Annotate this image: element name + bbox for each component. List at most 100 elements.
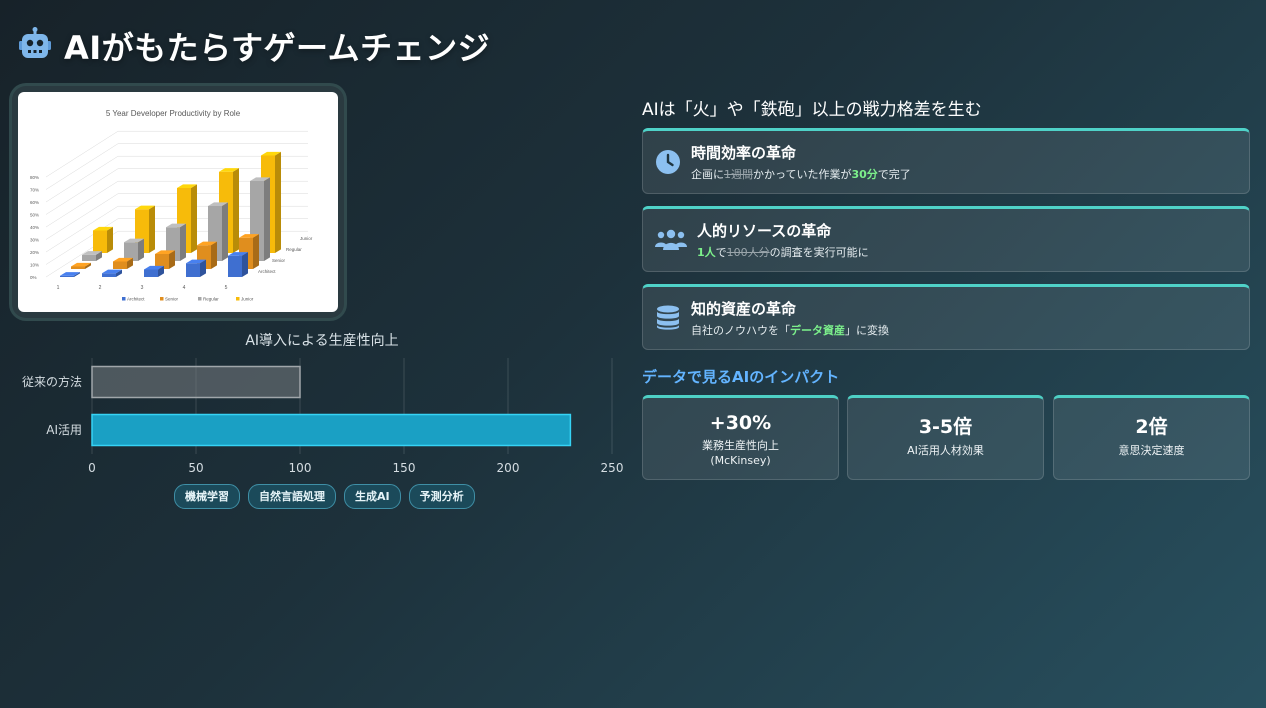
legend-swatch	[198, 297, 202, 301]
image-chart-title: 5 Year Developer Productivity by Role	[106, 109, 241, 118]
y-tick-label: 60%	[30, 200, 39, 205]
bar-architect	[144, 265, 164, 277]
bar-junior	[93, 226, 113, 253]
bar-senior	[71, 262, 91, 269]
right-heading: AIは「火」や「鉄砲」以上の戦力格差を生む	[642, 100, 982, 120]
x-tick-label: 2	[99, 285, 102, 291]
stat-card-productivity: +30% 業務生産性向上 (McKinsey)	[642, 395, 839, 480]
robot-icon	[18, 27, 52, 65]
stat-label: AI活用人材効果	[907, 444, 984, 457]
desc-text: の調査を実行可能に	[769, 246, 869, 259]
header: AIがもたらすゲームチェンジ	[18, 26, 491, 67]
card-body: 時間効率の革命 企画に1週間かかっていた作業が30分で完了	[691, 142, 911, 182]
stat-label: 意思決定速度	[1118, 444, 1185, 457]
x-tick-label: 0	[88, 461, 96, 475]
desc-strike: 100人分	[726, 246, 770, 259]
legend-label: Architect	[127, 297, 145, 302]
desc-highlight: データ資産	[790, 324, 845, 337]
x-tick-label: 100	[289, 461, 312, 475]
x-tick-label: 150	[393, 461, 416, 475]
legend-label: Senior	[165, 297, 179, 302]
y-tick-label: 0%	[30, 275, 37, 280]
users-icon	[655, 227, 687, 253]
card-body: 人的リソースの革命 1人で100人分の調査を実行可能に	[697, 220, 869, 260]
productivity-bar-chart: 従来の方法 AI活用 0 50 100 150 200 250	[22, 358, 624, 475]
tag-generative-ai: 生成AI	[344, 484, 401, 509]
page-title: AIがもたらすゲームチェンジ	[64, 29, 491, 67]
depth-axis-label: Regular	[286, 247, 302, 252]
desc-highlight: 1人	[697, 246, 716, 259]
x-tick-label: 4	[183, 285, 186, 291]
grid-line	[45, 155, 119, 203]
card-title: 知的資産の革命	[691, 300, 797, 318]
stat-source: (McKinsey)	[710, 454, 771, 467]
legend-label: Regular	[203, 297, 219, 302]
stat-value: 2倍	[1135, 416, 1168, 438]
stat-card-talent-effect: 3-5倍 AI活用人材効果	[847, 395, 1044, 480]
grid-line	[45, 143, 119, 190]
card-title: 時間効率の革命	[691, 144, 797, 162]
x-tick-label: 200	[497, 461, 520, 475]
grid-line	[45, 168, 119, 215]
desc-text: 企画に	[691, 168, 724, 181]
x-tick-label: 1	[57, 285, 60, 291]
card-body: 知的資産の革命 自社のノウハウを「データ資産」に変換	[691, 298, 889, 338]
bar-chart-title: AI導入による生産性向上	[245, 333, 399, 349]
depth-axis-label: Architect	[258, 269, 276, 274]
legend-label: Junior	[241, 297, 254, 302]
desc-strike: 1週間	[724, 168, 753, 181]
y-tick-label: 20%	[30, 250, 39, 255]
productivity-3d-chart: 5 Year Developer Productivity by Role 0%…	[18, 92, 338, 312]
card-intellectual-assets: 知的資産の革命 自社のノウハウを「データ資産」に変換	[642, 284, 1250, 350]
impact-heading: データで見るAIのインパクト	[642, 368, 840, 386]
legend-swatch	[160, 297, 164, 301]
card-desc: 企画に1週間かかっていた作業が30分で完了	[691, 166, 911, 182]
tag-machine-learning: 機械学習	[174, 484, 240, 509]
grid-line	[45, 180, 119, 228]
bar	[91, 413, 572, 447]
depth-axis-label: Junior	[300, 236, 313, 241]
bar-architect	[186, 259, 206, 277]
stat-value: +30%	[709, 412, 772, 434]
bar	[91, 365, 301, 399]
legend-swatch	[236, 297, 240, 301]
desc-text: で	[715, 246, 727, 259]
stat-value: 3-5倍	[918, 416, 973, 438]
desc-text: かかっていた作業が	[753, 168, 852, 181]
database-icon	[655, 305, 681, 331]
card-desc: 自社のノウハウを「データ資産」に変換	[691, 322, 889, 338]
desc-text: 自社のノウハウを「	[691, 324, 790, 337]
tag-nlp: 自然言語処理	[248, 484, 336, 509]
x-tick-label: 3	[141, 285, 144, 291]
desc-text: 」に変換	[845, 324, 889, 337]
chart-image-frame: 5 Year Developer Productivity by Role 0%…	[12, 86, 344, 318]
stat-card-decision-speed: 2倍 意思決定速度	[1053, 395, 1250, 480]
x-tick-label: 250	[601, 461, 624, 475]
desc-highlight: 30分	[851, 168, 878, 181]
grid-line	[45, 130, 119, 178]
y-tick-label: 30%	[30, 238, 39, 243]
y-tick-label: 50%	[30, 213, 39, 218]
card-time-efficiency: 時間効率の革命 企画に1週間かかっていた作業が30分で完了	[642, 128, 1250, 194]
desc-text: で完了	[877, 168, 911, 181]
bar-senior	[113, 257, 133, 269]
y-tick-label: 70%	[30, 188, 39, 193]
tag-list: 機械学習 自然言語処理 生成AI 予測分析	[174, 484, 475, 509]
card-title: 人的リソースの革命	[697, 222, 832, 240]
y-tick-label: 40%	[30, 225, 39, 230]
y-tick-label: 10%	[30, 263, 39, 268]
tag-predictive-analytics: 予測分析	[408, 484, 475, 509]
card-human-resources: 人的リソースの革命 1人で100人分の調査を実行可能に	[642, 206, 1250, 272]
y-tick-label: 80%	[30, 175, 39, 180]
bar-architect	[102, 269, 122, 277]
bar-architect	[60, 272, 80, 277]
bar-architect	[228, 252, 248, 277]
bar-regular	[124, 238, 144, 261]
legend-swatch	[122, 297, 126, 301]
category-label: 従来の方法	[22, 374, 82, 389]
x-tick-label: 50	[188, 461, 203, 475]
depth-axis-label: Senior	[272, 258, 286, 263]
card-desc: 1人で100人分の調査を実行可能に	[697, 244, 869, 260]
clock-icon	[655, 149, 681, 175]
stat-label: 業務生産性向上	[702, 439, 779, 452]
